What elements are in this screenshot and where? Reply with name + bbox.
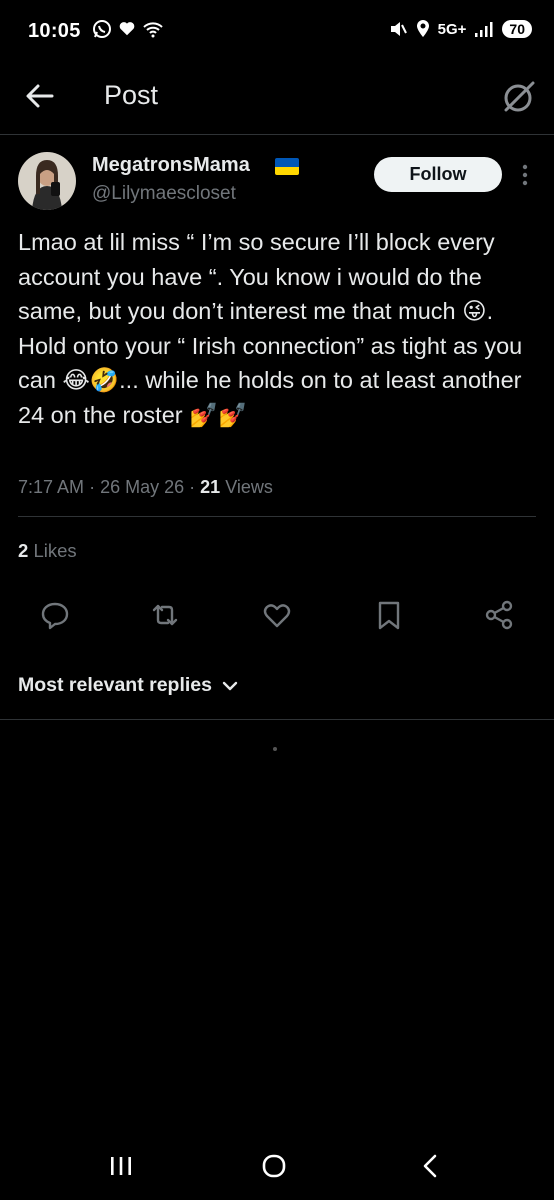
ukraine-flag-icon [275, 158, 299, 175]
share-icon[interactable] [482, 598, 516, 632]
chevron-down-icon [222, 681, 238, 690]
mute-vibrate-icon [390, 22, 407, 36]
signal-icon [475, 22, 493, 37]
likes-stat[interactable]: 2 Likes [18, 540, 77, 562]
meta-divider [18, 516, 536, 517]
post-meta: 7:17 AM · 26 May 26 · 21 Views [18, 477, 273, 497]
avatar[interactable] [18, 152, 76, 210]
status-right-icons: 5G+ 70 [388, 19, 532, 39]
whatsapp-icon [93, 20, 111, 38]
home-icon[interactable] [260, 1152, 288, 1180]
repost-icon[interactable] [148, 598, 182, 632]
location-icon [416, 20, 429, 37]
follow-button[interactable]: Follow [374, 157, 502, 192]
status-time: 10:05 [28, 20, 81, 42]
grok-icon[interactable] [500, 78, 538, 116]
recent-apps-icon[interactable] [108, 1152, 134, 1180]
reply-icon[interactable] [38, 598, 72, 632]
likes-label[interactable]: Likes [33, 540, 76, 561]
replies-sort-label: Most relevant replies [18, 674, 212, 696]
post-text: Lmao at lil miss “ I’m so secure I’ll bl… [18, 229, 523, 428]
user-handle[interactable]: @Lilymaescloset [92, 183, 236, 205]
views-count[interactable]: 21 [200, 477, 220, 497]
status-notification-icons [92, 19, 164, 39]
post-date: 26 May 26 [100, 477, 185, 497]
loading-indicator [273, 747, 277, 751]
post-time: 7:17 AM [18, 477, 85, 497]
likes-count[interactable]: 2 [18, 540, 28, 561]
battery-level: 70 [502, 20, 532, 38]
display-name[interactable]: MegatronsMama [92, 154, 250, 177]
page-title: Post [104, 80, 159, 110]
heart-notification-icon [119, 22, 135, 36]
bookmark-icon[interactable] [372, 598, 406, 632]
arrow-left-icon[interactable] [22, 80, 58, 112]
nav-back-icon[interactable] [418, 1152, 442, 1180]
action-bar [0, 598, 554, 638]
replies-sort-dropdown[interactable]: Most relevant replies [18, 674, 238, 697]
heart-icon[interactable] [260, 598, 294, 632]
more-vertical-icon[interactable] [515, 160, 535, 190]
replies-divider [0, 719, 554, 720]
network-label: 5G+ [437, 20, 467, 38]
header-divider [0, 134, 554, 135]
wifi-icon [143, 22, 163, 38]
views-label[interactable]: Views [225, 477, 273, 497]
